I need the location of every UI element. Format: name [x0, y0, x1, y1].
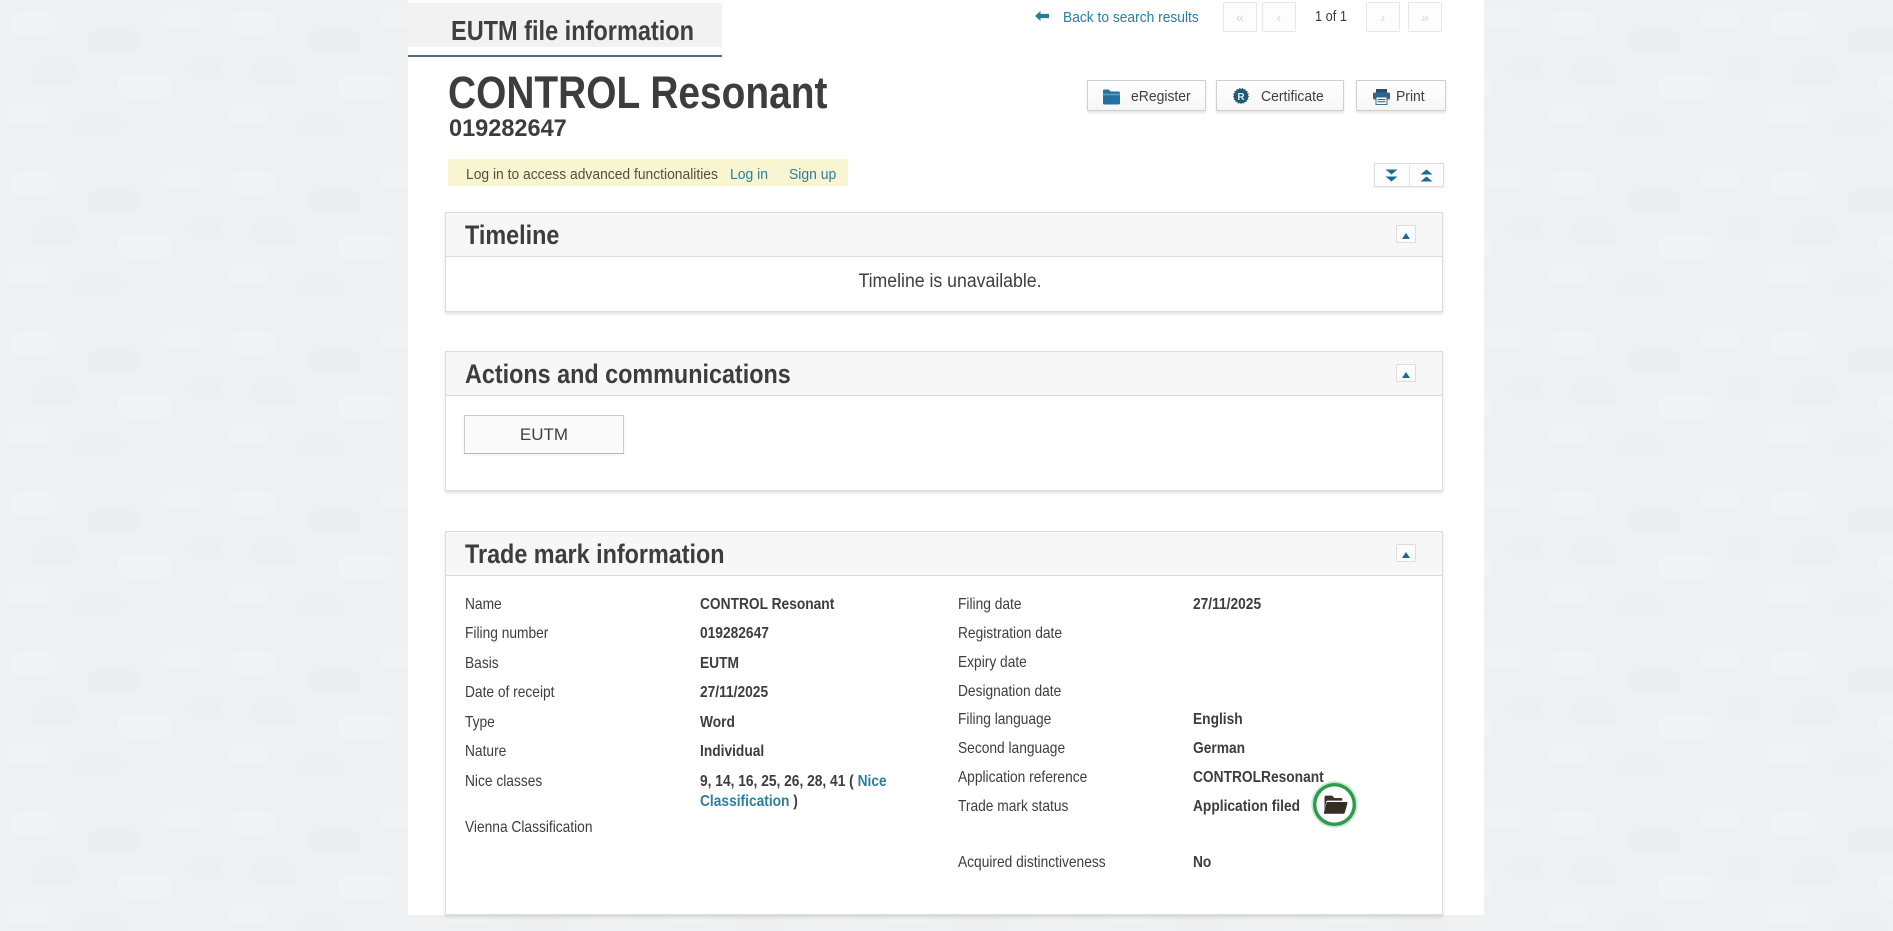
svg-text:R: R	[1237, 92, 1245, 103]
